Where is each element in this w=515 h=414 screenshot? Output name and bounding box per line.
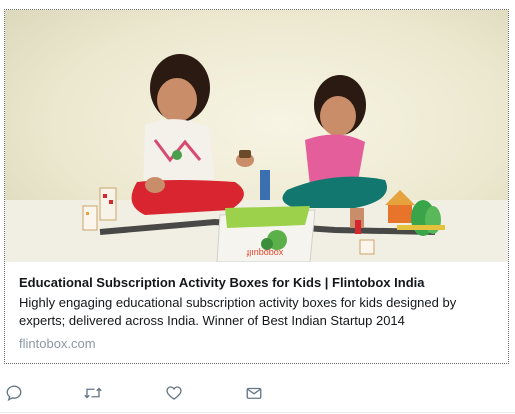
card-domain: flintobox.com (19, 336, 96, 351)
direct-message-button[interactable] (243, 382, 265, 404)
reply-button[interactable] (3, 382, 25, 404)
direct-message-icon (245, 384, 263, 402)
card-title[interactable]: Educational Subscription Activity Boxes … (19, 274, 499, 292)
box-label: xoqoquılf (246, 248, 283, 258)
tweet-actions (0, 382, 515, 408)
reply-icon (5, 384, 23, 402)
like-button[interactable] (163, 382, 185, 404)
retweet-button[interactable] (82, 382, 104, 404)
card-description: Highly engaging educational subscription… (19, 295, 457, 328)
like-icon (165, 384, 183, 402)
divider (0, 412, 515, 413)
activity-box: xoqoquılf (216, 206, 316, 262)
link-preview-card[interactable]: xoqoquılf Educational Subscription Activ… (4, 9, 509, 364)
retweet-icon (83, 384, 103, 402)
card-image[interactable]: xoqoquılf (5, 10, 508, 262)
